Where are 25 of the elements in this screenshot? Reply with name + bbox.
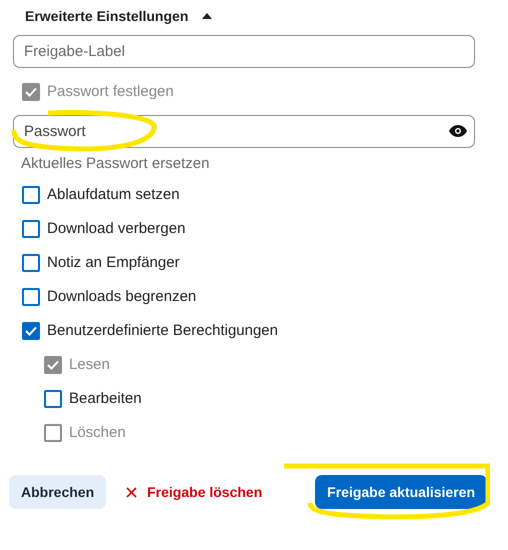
- label-input-field[interactable]: Freigabe-Label: [13, 35, 475, 68]
- delete-button[interactable]: Freigabe löschen: [126, 475, 262, 509]
- section-toggle[interactable]: Erweiterte Einstellungen: [25, 6, 212, 26]
- checkbox-option[interactable]: Bearbeiten: [13, 382, 495, 416]
- checkbox[interactable]: [44, 390, 62, 408]
- checkbox-option: Lesen: [13, 348, 495, 382]
- checkbox-option: Löschen: [13, 416, 495, 450]
- checkbox-option[interactable]: Download verbergen: [13, 212, 495, 246]
- close-icon: [126, 486, 138, 498]
- hint-text: Aktuelles Passwort ersetzen: [20, 154, 210, 174]
- checkbox[interactable]: [22, 288, 40, 306]
- eye-icon[interactable]: [449, 125, 467, 137]
- checkbox-option[interactable]: Ablaufdatum setzen: [13, 178, 495, 212]
- cancel-button[interactable]: Abbrechen: [9, 475, 106, 509]
- checkbox-option[interactable]: Notiz an Empfänger: [13, 246, 495, 280]
- checkbox-option: Passwort festlegen: [13, 75, 495, 109]
- checkbox[interactable]: [22, 322, 40, 340]
- caret-icon: [202, 13, 212, 19]
- checkbox[interactable]: [22, 254, 40, 272]
- checkbox-option[interactable]: Benutzerdefinierte Berechtigungen: [13, 314, 495, 348]
- checkbox[interactable]: [22, 186, 40, 204]
- password-field[interactable]: Passwort: [13, 115, 475, 148]
- update-button[interactable]: Freigabe aktualisieren: [315, 475, 487, 509]
- checkbox-option[interactable]: Downloads begrenzen: [13, 280, 495, 314]
- checkbox[interactable]: [22, 220, 40, 238]
